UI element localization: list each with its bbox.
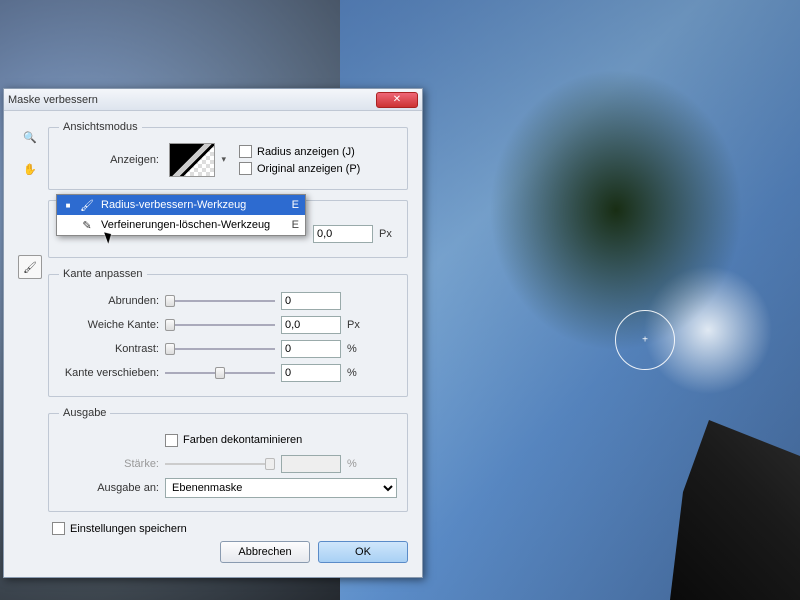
hand-tool-icon[interactable]: ✋ (18, 157, 42, 181)
view-mode-legend: Ansichtsmodus (59, 121, 142, 133)
radius-input[interactable] (313, 225, 373, 243)
view-mode-group: Ansichtsmodus Anzeigen: Radius anzeigen … (48, 121, 408, 190)
output-to-label: Ausgabe an: (59, 482, 159, 494)
menu-item-erase-refinements[interactable]: ✎ Verfeinerungen-löschen-Werkzeug E (57, 215, 305, 235)
show-original-checkbox[interactable]: Original anzeigen (P) (239, 162, 397, 175)
ok-button[interactable]: OK (318, 541, 408, 563)
remember-settings-checkbox[interactable]: Einstellungen speichern (52, 522, 408, 535)
eraser-icon: ✎ (79, 219, 95, 232)
contrast-unit: % (347, 343, 365, 355)
smooth-slider[interactable] (165, 294, 275, 308)
feather-slider[interactable] (165, 318, 275, 332)
shift-edge-unit: % (347, 367, 365, 379)
contrast-input[interactable] (281, 340, 341, 358)
zoom-tool-icon[interactable]: 🔍 (18, 125, 42, 149)
contrast-label: Kontrast: (59, 343, 159, 355)
amount-label: Stärke: (59, 458, 159, 470)
dialog-titlebar[interactable]: Maske verbessern ✕ (4, 89, 422, 111)
close-button[interactable]: ✕ (376, 92, 418, 108)
output-legend: Ausgabe (59, 407, 110, 419)
amount-input (281, 455, 341, 473)
brush-icon: 🖌 (79, 199, 95, 212)
feather-label: Weiche Kante: (59, 319, 159, 331)
contrast-slider[interactable] (165, 342, 275, 356)
refine-brush-tool-button[interactable]: 🖌 (18, 255, 42, 279)
refine-mask-dialog: Maske verbessern ✕ 🔍 ✋ 🖌 Ansichtsmodus A… (3, 88, 423, 578)
cancel-button[interactable]: Abbrechen (220, 541, 310, 563)
brush-tool-menu: ■ 🖌 Radius-verbessern-Werkzeug E ✎ Verfe… (56, 194, 306, 236)
canvas-brush-cursor (615, 310, 675, 370)
anzeigen-label: Anzeigen: (59, 154, 159, 166)
amount-slider (165, 457, 275, 471)
output-to-select[interactable]: Ebenenmaske (165, 478, 397, 498)
shift-edge-input[interactable] (281, 364, 341, 382)
shift-edge-label: Kante verschieben: (59, 367, 159, 379)
smooth-label: Abrunden: (59, 295, 159, 307)
feather-unit: Px (347, 319, 365, 331)
smooth-input[interactable] (281, 292, 341, 310)
decontaminate-checkbox[interactable]: Farben dekontaminieren (165, 434, 302, 447)
adjust-edge-legend: Kante anpassen (59, 268, 147, 280)
show-radius-checkbox[interactable]: Radius anzeigen (J) (239, 145, 397, 158)
dialog-title: Maske verbessern (8, 94, 376, 106)
feather-input[interactable] (281, 316, 341, 334)
amount-unit: % (347, 458, 365, 470)
menu-item-refine-radius[interactable]: ■ 🖌 Radius-verbessern-Werkzeug E (57, 195, 305, 215)
adjust-edge-group: Kante anpassen Abrunden: Weiche Kante: P… (48, 268, 408, 397)
view-mode-thumbnail[interactable] (169, 143, 215, 177)
radius-unit: Px (379, 228, 397, 240)
output-group: Ausgabe Farben dekontaminieren Stärke: %… (48, 407, 408, 512)
shift-edge-slider[interactable] (165, 366, 275, 380)
